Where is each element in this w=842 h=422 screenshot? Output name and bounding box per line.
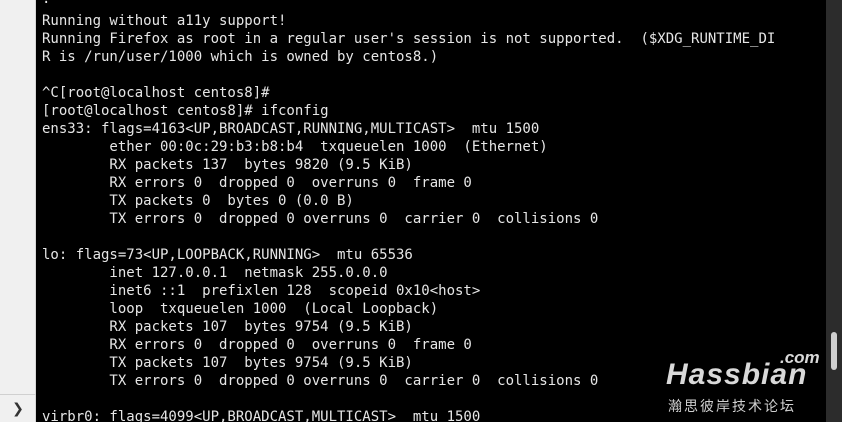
scrollbar-thumb[interactable]	[831, 332, 837, 370]
terminal-line: ·	[42, 0, 51, 11]
terminal-line: TX errors 0 dropped 0 overruns 0 carrier…	[42, 373, 599, 389]
terminal-line: TX errors 0 dropped 0 overruns 0 carrier…	[42, 211, 599, 227]
terminal-line: inet6 ::1 prefixlen 128 scopeid 0x10<hos…	[42, 283, 481, 299]
side-panel: ❯	[0, 0, 36, 422]
terminal-line: TX packets 0 bytes 0 (0.0 B)	[42, 193, 354, 209]
terminal-line: RX errors 0 dropped 0 overruns 0 frame 0	[42, 175, 472, 191]
terminal-line: loop txqueuelen 1000 (Local Loopback)	[42, 301, 439, 317]
terminal-line: Running Firefox as root in a regular use…	[42, 31, 776, 47]
terminal-line: TX packets 107 bytes 9754 (9.5 KiB)	[42, 355, 413, 371]
terminal-line: [root@localhost centos8]# ifconfig	[42, 103, 329, 119]
terminal-line: R is /run/user/1000 which is owned by ce…	[42, 49, 439, 65]
terminal-output: · Running without a11y support! Running Fi…	[42, 0, 775, 422]
terminal-line: Running without a11y support!	[42, 13, 287, 29]
expand-arrow-icon[interactable]: ❯	[0, 394, 36, 422]
terminal-scrollbar[interactable]	[826, 0, 842, 422]
terminal-line: ^C[root@localhost centos8]#	[42, 85, 270, 101]
terminal-line: lo: flags=73<UP,LOOPBACK,RUNNING> mtu 65…	[42, 247, 413, 263]
terminal-line: ens33: flags=4163<UP,BROADCAST,RUNNING,M…	[42, 121, 540, 137]
terminal-line: RX errors 0 dropped 0 overruns 0 frame 0	[42, 337, 472, 353]
terminal-line: ether 00:0c:29:b3:b8:b4 txqueuelen 1000 …	[42, 139, 548, 155]
terminal-line: inet 127.0.0.1 netmask 255.0.0.0	[42, 265, 388, 281]
terminal-line: RX packets 137 bytes 9820 (9.5 KiB)	[42, 157, 413, 173]
terminal-line: virbr0: flags=4099<UP,BROADCAST,MULTICAS…	[42, 409, 481, 422]
terminal-line: RX packets 107 bytes 9754 (9.5 KiB)	[42, 319, 413, 335]
terminal-window[interactable]: · Running without a11y support! Running Fi…	[36, 0, 826, 422]
